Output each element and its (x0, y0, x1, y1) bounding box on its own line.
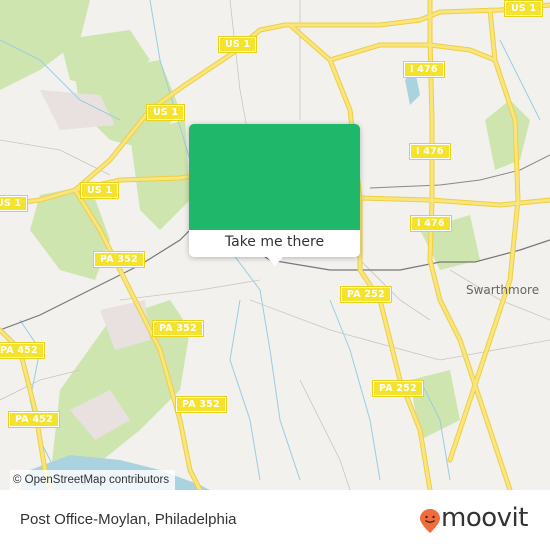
road-shield-us1: US 1 (79, 182, 120, 199)
map-view[interactable]: US 1 US 1 US 1 US 1 US 1 I 476 I 476 I 4… (0, 0, 550, 490)
location-popup: Take me there (189, 124, 360, 266)
map-card: US 1 US 1 US 1 US 1 US 1 I 476 I 476 I 4… (0, 0, 550, 550)
map-attribution[interactable]: © OpenStreetMap contributors (10, 470, 176, 490)
road-shield-pa452: PA 452 (0, 342, 45, 359)
road-shield-pa352: PA 352 (152, 320, 204, 337)
road-shield-i476: I 476 (409, 143, 451, 160)
road-shield-us1: US 1 (217, 36, 258, 53)
road-shield-us1: US 1 (0, 195, 29, 212)
road-shield-pa252: PA 252 (372, 380, 424, 397)
moovit-wordmark: moovit (441, 503, 528, 533)
popup-pointer (267, 257, 283, 266)
road-shield-i476: I 476 (410, 215, 452, 232)
road-shield-pa452: PA 452 (8, 411, 60, 428)
road-shield-us1: US 1 (145, 104, 186, 121)
road-shield-us1: US 1 (503, 0, 544, 17)
take-me-there-button[interactable]: Take me there (189, 230, 360, 257)
road-shield-i476: I 476 (403, 61, 445, 78)
moovit-pin-icon (420, 509, 440, 533)
road-shield-pa352: PA 352 (93, 251, 145, 268)
popup-header (189, 124, 360, 230)
road-shield-pa352: PA 352 (175, 396, 227, 413)
place-label-swarthmore: Swarthmore (466, 283, 540, 297)
road-shield-pa252: PA 252 (340, 286, 392, 303)
railway-north (369, 154, 550, 189)
location-title: Post Office-Moylan, Philadelphia (20, 511, 237, 528)
